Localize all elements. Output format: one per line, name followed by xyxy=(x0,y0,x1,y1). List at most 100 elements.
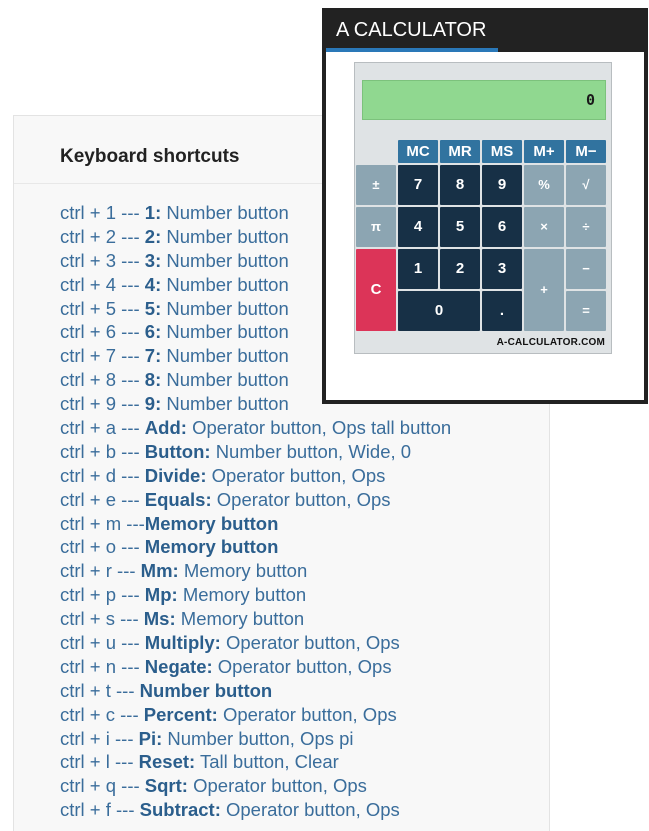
shortcut-name: Equals: xyxy=(144,488,212,510)
decimal-button[interactable]: . xyxy=(482,291,522,331)
calculator-body: 0 MC MR MS M+ M− ± 7 8 9 % √ π 4 5 6 × ÷… xyxy=(354,62,612,354)
seven-button[interactable]: 7 xyxy=(398,165,438,205)
clear-button[interactable]: C xyxy=(356,249,396,331)
calculator-display: 0 xyxy=(362,80,606,120)
shortcut-desc: Number button xyxy=(166,249,289,271)
shortcut-keys: ctrl + m --- xyxy=(60,512,145,534)
shortcut-keys: ctrl + n --- xyxy=(60,655,145,677)
shortcut-desc: Operator button, Ops xyxy=(211,464,386,486)
shortcut-item: ctrl + o --- Memory button xyxy=(60,535,451,559)
shortcut-desc: Number button xyxy=(166,297,289,319)
calculator-titlebar: A CALCULATOR xyxy=(322,8,648,52)
four-button[interactable]: 4 xyxy=(398,207,438,247)
shortcut-name: Mm: xyxy=(140,560,179,582)
shortcut-item: ctrl + b --- Button: Number button, Wide… xyxy=(60,440,451,464)
shortcut-keys: ctrl + r --- xyxy=(60,560,141,582)
shortcut-item: ctrl + t --- Number button xyxy=(60,679,451,703)
shortcut-keys: ctrl + 8 --- xyxy=(60,369,145,391)
shortcut-keys: ctrl + 6 --- xyxy=(60,321,145,343)
shortcut-desc: Number button xyxy=(166,369,289,391)
shortcut-item: ctrl + r --- Mm: Memory button xyxy=(60,559,451,583)
shortcut-name: Button: xyxy=(144,440,211,462)
mr-button[interactable]: MR xyxy=(440,140,480,163)
shortcut-desc: Number button xyxy=(166,273,289,295)
ms-button[interactable]: MS xyxy=(482,140,522,163)
eight-button[interactable]: 8 xyxy=(440,165,480,205)
shortcut-name: Divide: xyxy=(144,464,207,486)
add-button[interactable]: + xyxy=(524,249,564,331)
shortcut-desc: Number button, Ops pi xyxy=(167,727,354,749)
calculator-title-tab[interactable]: A CALCULATOR xyxy=(326,14,498,52)
shortcut-desc: Number button xyxy=(166,345,289,367)
mc-button[interactable]: MC xyxy=(398,140,438,163)
shortcut-keys: ctrl + 4 --- xyxy=(60,273,145,295)
shortcut-keys: ctrl + s --- xyxy=(60,608,144,630)
one-button[interactable]: 1 xyxy=(398,249,438,289)
zero-button[interactable]: 0 xyxy=(398,291,480,331)
shortcut-keys: ctrl + t --- xyxy=(60,679,140,701)
shortcut-desc: Number button xyxy=(166,321,289,343)
shortcut-keys: ctrl + d --- xyxy=(60,464,145,486)
shortcut-item: ctrl + p --- Mp: Memory button xyxy=(60,583,451,607)
percent-button[interactable]: % xyxy=(524,165,564,205)
shortcut-item: ctrl + d --- Divide: Operator button, Op… xyxy=(60,464,451,488)
m-minus-button[interactable]: M− xyxy=(566,140,606,163)
shortcut-item: ctrl + f --- Subtract: Operator button, … xyxy=(60,798,451,822)
shortcut-keys: ctrl + e --- xyxy=(60,488,145,510)
shortcut-desc: Memory button xyxy=(183,560,308,582)
shortcut-name: 2: xyxy=(144,225,162,247)
subtract-button[interactable]: − xyxy=(566,249,606,289)
shortcut-keys: ctrl + b --- xyxy=(60,440,145,462)
shortcut-name: Pi: xyxy=(138,727,163,749)
shortcut-name: Memory button xyxy=(144,536,279,558)
shortcut-keys: ctrl + p --- xyxy=(60,584,145,606)
shortcut-keys: ctrl + c --- xyxy=(60,703,144,725)
shortcut-name: 6: xyxy=(144,321,162,343)
shortcut-desc: Memory button xyxy=(182,584,307,606)
shortcut-name: 3: xyxy=(144,249,162,271)
m-plus-button[interactable]: M+ xyxy=(524,140,564,163)
divide-button[interactable]: ÷ xyxy=(566,207,606,247)
shortcut-name: 4: xyxy=(144,273,162,295)
shortcut-name: Sqrt: xyxy=(144,775,188,797)
shortcut-item: ctrl + q --- Sqrt: Operator button, Ops xyxy=(60,774,451,798)
shortcut-name: 7: xyxy=(144,345,162,367)
nine-button[interactable]: 9 xyxy=(482,165,522,205)
calculator-window: A CALCULATOR 0 MC MR MS M+ M− ± 7 8 9 % … xyxy=(322,8,648,404)
shortcut-item: ctrl + s --- Ms: Memory button xyxy=(60,607,451,631)
pi-button[interactable]: π xyxy=(356,207,396,247)
shortcut-keys: ctrl + u --- xyxy=(60,632,145,654)
shortcut-desc: Operator button, Ops xyxy=(222,703,397,725)
shortcut-keys: ctrl + f --- xyxy=(60,799,140,821)
shortcut-keys: ctrl + 3 --- xyxy=(60,249,145,271)
shortcut-keys: ctrl + q --- xyxy=(60,775,145,797)
shortcut-name: Subtract: xyxy=(139,799,221,821)
shortcut-item: ctrl + l --- Reset: Tall button, Clear xyxy=(60,750,451,774)
shortcut-item: ctrl + n --- Negate: Operator button, Op… xyxy=(60,655,451,679)
shortcut-desc: Number button, Wide, 0 xyxy=(215,440,412,462)
two-button[interactable]: 2 xyxy=(440,249,480,289)
shortcut-name: 1: xyxy=(144,202,162,223)
shortcut-item: ctrl + i --- Pi: Number button, Ops pi xyxy=(60,727,451,751)
shortcut-desc: Memory button xyxy=(180,608,305,630)
shortcut-name: Memory button xyxy=(144,512,279,534)
shortcut-desc: Operator button, Ops xyxy=(193,775,367,797)
shortcut-desc: Number button xyxy=(166,202,289,223)
shortcut-name: Multiply: xyxy=(144,632,221,654)
shortcut-item: ctrl + u --- Multiply: Operator button, … xyxy=(60,631,451,655)
shortcut-desc: Number button xyxy=(166,225,289,247)
five-button[interactable]: 5 xyxy=(440,207,480,247)
shortcut-name: Negate: xyxy=(144,655,213,677)
shortcut-name: 5: xyxy=(144,297,162,319)
six-button[interactable]: 6 xyxy=(482,207,522,247)
sqrt-button[interactable]: √ xyxy=(566,165,606,205)
shortcut-item: ctrl + a --- Add: Operator button, Ops t… xyxy=(60,416,451,440)
shortcut-keys: ctrl + 7 --- xyxy=(60,345,145,367)
shortcut-name: Add: xyxy=(144,417,187,439)
shortcut-desc: Operator button, Ops xyxy=(217,655,392,677)
shortcut-keys: ctrl + 1 --- xyxy=(60,202,145,223)
multiply-button[interactable]: × xyxy=(524,207,564,247)
negate-button[interactable]: ± xyxy=(356,165,396,205)
equals-button[interactable]: = xyxy=(566,291,606,331)
three-button[interactable]: 3 xyxy=(482,249,522,289)
